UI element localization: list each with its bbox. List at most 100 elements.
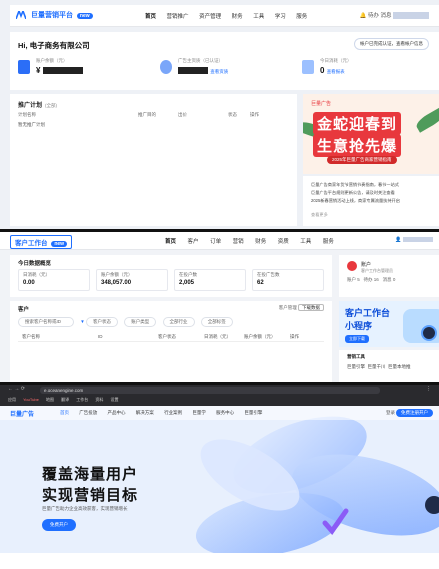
- bookmark[interactable]: 翻译: [61, 397, 69, 402]
- promo-title-2: 小程序: [345, 321, 373, 331]
- news-item[interactable]: 巨量广告平台规则更新公告，请及时关注查看: [311, 190, 395, 196]
- nav-item[interactable]: 营销: [233, 239, 244, 245]
- brand-logo[interactable]: 客户工作台 new: [10, 235, 73, 249]
- stat-label: 今日消耗（元）: [320, 58, 352, 63]
- nav-item[interactable]: 资质: [278, 239, 289, 245]
- type-filter[interactable]: 账户类型: [124, 317, 157, 327]
- avatar[interactable]: [347, 261, 357, 271]
- logo-text: 巨量营销平台: [30, 12, 73, 19]
- browser-menu-icon[interactable]: ⋮: [426, 386, 431, 392]
- bookmark[interactable]: 工作台: [76, 397, 88, 402]
- festival-banner[interactable]: 巨量广告 金蛇迎春到 生意抢先爆 2025年巨量广告商家营销指南: [303, 94, 439, 174]
- nav-item[interactable]: 财务: [255, 239, 266, 245]
- nav-arrows-icon[interactable]: ← → ⟳: [8, 386, 25, 392]
- nav-item[interactable]: 订单: [210, 239, 221, 245]
- nav-item[interactable]: 工具: [300, 239, 311, 245]
- site-nav-item[interactable]: 产品中心: [108, 410, 126, 415]
- tool-link[interactable]: 巨量千川: [368, 364, 386, 369]
- col-header[interactable]: ID: [98, 334, 103, 339]
- table-header: 客户名称 ID 客户状态 日消耗（元） 账户余额（元） 操作: [18, 332, 324, 342]
- assistant-bot-icon[interactable]: [421, 325, 437, 341]
- industry-filter[interactable]: 全部行业: [162, 317, 195, 327]
- status-filter[interactable]: 客户状态: [86, 317, 118, 327]
- nav-item[interactable]: 财务: [232, 14, 243, 20]
- metric-box[interactable]: 账户余额（元） 348,057.00: [96, 269, 168, 291]
- metric-box[interactable]: 在投户数 2,005: [174, 269, 246, 291]
- main-nav: 首页 营销推广 资产管理 财务 工具 学习 服务: [145, 12, 316, 20]
- bell-icon[interactable]: 🔔: [360, 13, 367, 19]
- bookmark[interactable]: 地图: [46, 397, 54, 402]
- col-header: 出价: [178, 112, 187, 117]
- site-logo[interactable]: 巨量广告: [10, 409, 34, 418]
- bookmarks-bar: 应用 YouTube 地图 翻译 工作台 资料 设置: [8, 397, 124, 403]
- metric-box[interactable]: 在投广告数 62: [252, 269, 324, 291]
- col-header[interactable]: 账户余额（元）: [244, 334, 276, 340]
- bookmark[interactable]: 资料: [95, 397, 103, 402]
- account-verified-pill[interactable]: 帐户已完成认证，查看帐户信息: [354, 38, 429, 50]
- site-nav-item[interactable]: 服务中心: [216, 410, 234, 415]
- col-header[interactable]: 操作: [290, 334, 299, 340]
- news-item[interactable]: 2025新春营销活动上线，商家专属流量扶持开启: [311, 198, 400, 204]
- user-name: 账户: [361, 262, 372, 268]
- miniapp-promo[interactable]: 客户工作台 小程序 立即下载: [339, 301, 439, 347]
- news-item[interactable]: 巨量广告商家年货节营销节奏指南，春节一站式: [311, 182, 399, 188]
- site-nav-item[interactable]: 广告投放: [79, 410, 97, 415]
- bookmark[interactable]: 应用: [8, 397, 16, 402]
- site-nav-item[interactable]: 解决方案: [136, 410, 154, 415]
- site-nav-item[interactable]: 行业案例: [164, 410, 182, 415]
- site-nav-item[interactable]: 巨量学: [192, 410, 206, 415]
- nav-item[interactable]: 资产管理: [199, 14, 221, 20]
- message-link[interactable]: 消息: [380, 13, 391, 19]
- brand-logo[interactable]: 巨量营销平台 new: [16, 10, 93, 20]
- user-stats: 账户 5 待办 16 消息 0: [347, 277, 395, 283]
- nav-item[interactable]: 服务: [296, 14, 307, 20]
- nav-item[interactable]: 服务: [323, 239, 334, 245]
- account-name-redacted[interactable]: [393, 12, 429, 20]
- col-header[interactable]: 日消耗（元）: [204, 334, 231, 340]
- promo-download-button[interactable]: 立即下载: [345, 335, 369, 343]
- stat-value: 0 查看报表: [320, 66, 345, 75]
- bookmark[interactable]: 设置: [110, 397, 118, 402]
- banner-cta[interactable]: 2025年巨量广告商家营销指南: [327, 156, 397, 164]
- search-input[interactable]: 搜索客户名称或ID: [18, 317, 74, 327]
- table-manage-link[interactable]: 客户管理: [279, 305, 297, 310]
- col-header[interactable]: 客户名称: [22, 334, 40, 340]
- address-bar[interactable]: e.oceanengine.com: [40, 387, 380, 394]
- dashboard-panel: 巨量营销平台 new 首页 营销推广 资产管理 财务 工具 学习 服务 🔔 待办…: [0, 0, 439, 229]
- tools-card: 营销工具 巨量引擎 巨量千川 巨量本地推: [339, 350, 439, 382]
- nav-item[interactable]: 学习: [275, 14, 286, 20]
- page-footer-strip: [0, 553, 439, 569]
- news-more-link[interactable]: 查看更多: [311, 212, 328, 218]
- nav-item[interactable]: 工具: [253, 14, 264, 20]
- nav-item[interactable]: 首页: [145, 14, 156, 20]
- user-stat[interactable]: 消息 0: [383, 277, 396, 282]
- user-stat[interactable]: 待办 16: [364, 277, 379, 282]
- hero-cta-button[interactable]: 免费开户: [42, 519, 76, 531]
- site-nav-item[interactable]: 首页: [60, 410, 69, 415]
- logo-badge: new: [76, 13, 93, 19]
- header-actions: 🔔 待办 消息: [360, 11, 429, 20]
- hero-subtitle: 巨量广告助力企业高效获客，实现营销增长: [42, 506, 128, 511]
- tag-filter[interactable]: 全部标签: [200, 317, 233, 327]
- metric-box[interactable]: 日消耗（元） 0.00: [18, 269, 90, 291]
- site-login-link[interactable]: 登录: [386, 410, 395, 416]
- site-nav-item[interactable]: 巨量引擎: [244, 410, 262, 415]
- todo-link[interactable]: 待办: [368, 13, 379, 19]
- tool-link[interactable]: 巨量本地推: [388, 364, 411, 369]
- certificate-icon: [160, 60, 172, 74]
- tools-title: 营销工具: [347, 354, 365, 359]
- user-stat[interactable]: 账户 5: [347, 277, 360, 282]
- tool-link[interactable]: 巨量引擎: [347, 364, 365, 369]
- download-button[interactable]: 下载数据: [298, 304, 324, 311]
- user-icon[interactable]: 👤: [395, 237, 401, 243]
- nav-item[interactable]: 营销推广: [167, 14, 189, 20]
- user-role: 客户工作台管理员: [361, 268, 393, 273]
- nav-item[interactable]: 首页: [165, 239, 176, 245]
- table-actions: 客户管理 下载数据: [279, 304, 324, 311]
- register-button[interactable]: 免费注册开户: [396, 409, 433, 417]
- col-header[interactable]: 客户状态: [158, 334, 176, 340]
- client-table-card: 客户 客户管理 下载数据 搜索客户名称或ID ▼ 客户状态 账户类型 全部行业 …: [10, 301, 332, 382]
- filter-icon[interactable]: ▼: [80, 319, 84, 324]
- bookmark[interactable]: YouTube: [23, 397, 39, 402]
- nav-item[interactable]: 客户: [188, 239, 199, 245]
